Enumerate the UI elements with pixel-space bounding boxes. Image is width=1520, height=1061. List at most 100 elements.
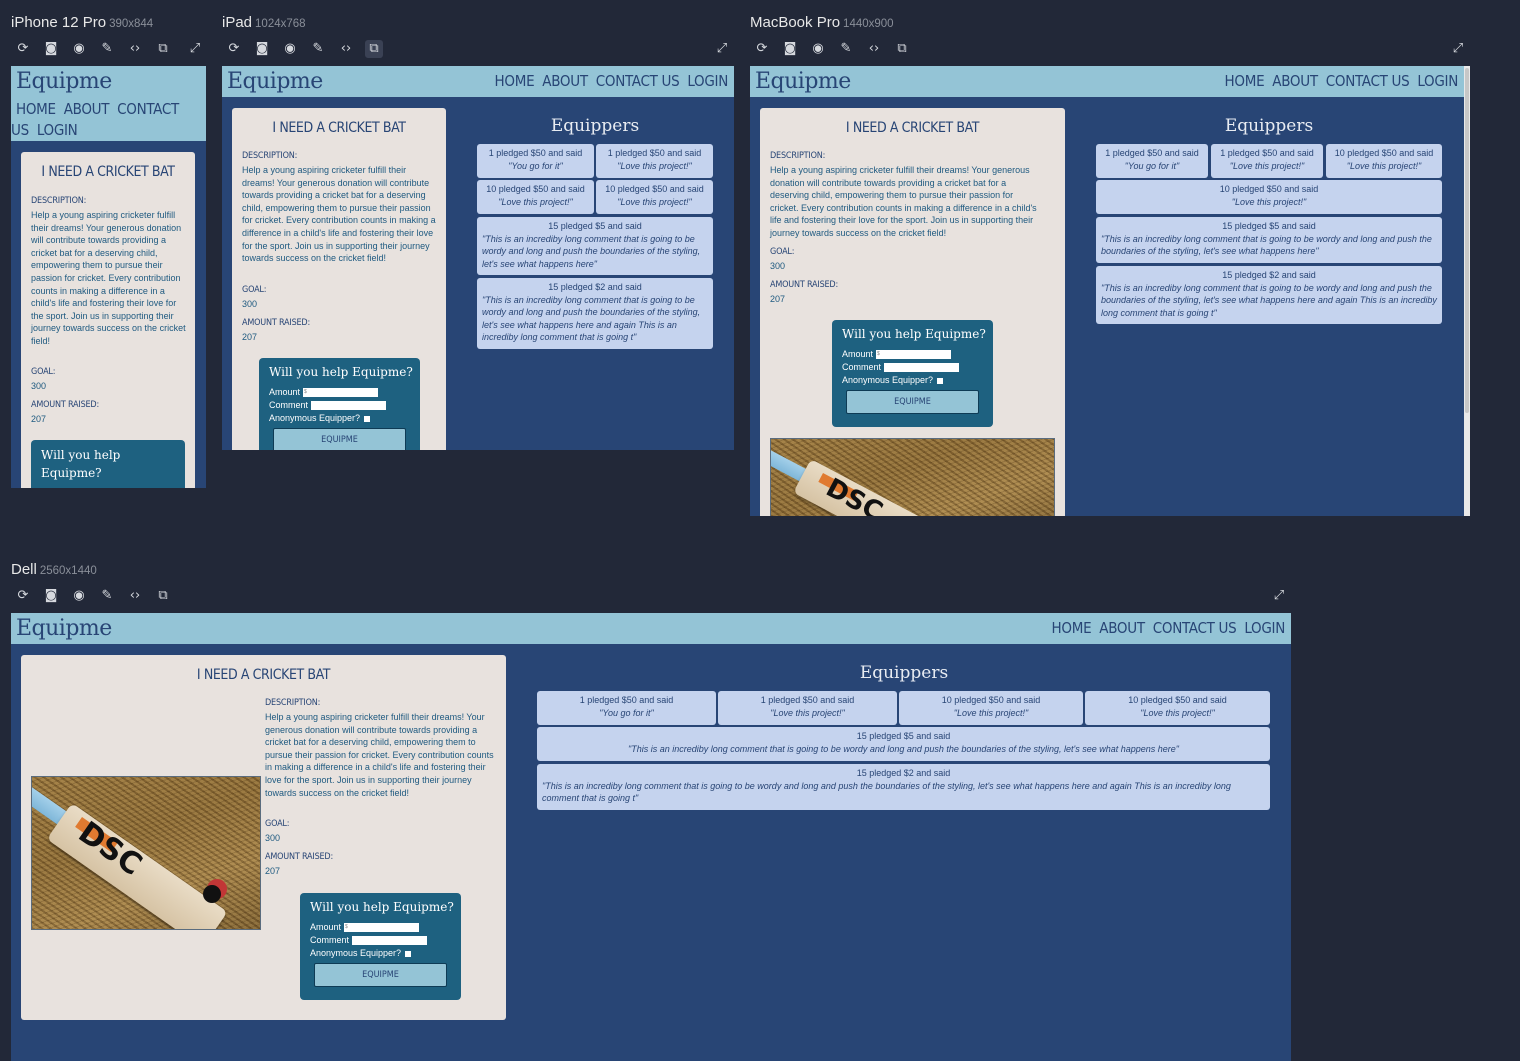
anon-checkbox[interactable] <box>364 415 371 422</box>
fullscreen-icon[interactable]: ⤢ <box>186 40 204 58</box>
code-icon[interactable]: ‹› <box>337 40 355 58</box>
pledge-item: 10 pledged $50 and said "Love this projec… <box>1096 180 1442 214</box>
camera-icon[interactable]: ◉ <box>281 40 299 58</box>
refresh-icon[interactable]: ⟳ <box>225 40 243 58</box>
eyedropper-icon[interactable]: ✎ <box>98 587 116 605</box>
pledge-item: 10 pledged $50 and said "Love this projec… <box>1085 691 1270 725</box>
scrollbar-thumb[interactable] <box>1465 68 1469 413</box>
refresh-icon[interactable]: ⟳ <box>14 587 32 605</box>
device-dims: 390x844 <box>109 18 154 30</box>
site-logo[interactable]: Equipme <box>227 69 323 94</box>
code-icon[interactable]: ‹› <box>865 40 883 58</box>
pledge-item: 10 pledged $50 and said "Love this projec… <box>596 180 713 214</box>
raised-value: 207 <box>31 414 47 424</box>
nav-links[interactable]: US LOGIN <box>11 121 78 139</box>
refresh-icon[interactable]: ⟳ <box>14 40 32 58</box>
nav-home[interactable]: HOME <box>1052 619 1092 637</box>
project-title: I NEED A CRICKET BAT <box>196 667 331 683</box>
toolbar-iphone: ⟳ ◙ ◉ ✎ ‹› ⧉ ⤢ <box>14 36 206 62</box>
device-name: Dell <box>11 561 37 578</box>
description-label: DESCRIPTION: <box>265 698 321 708</box>
nav-login[interactable]: LOGIN <box>687 72 728 90</box>
site-logo[interactable]: Equipme <box>16 69 112 94</box>
pledge-item: 15 pledged $5 and said "This is an incred… <box>1096 217 1442 263</box>
nav-home[interactable]: HOME <box>1225 72 1265 90</box>
refresh-icon[interactable]: ⟳ <box>753 40 771 58</box>
toolbar-macbook: ⟳ ◙ ◉ ✎ ‹› ⧉ ⤢ <box>753 36 1469 62</box>
code-icon[interactable]: ‹› <box>126 587 144 605</box>
nav-about[interactable]: ABOUT <box>1099 619 1145 637</box>
amount-input[interactable]: $ <box>303 388 379 398</box>
device-name: iPad <box>222 14 253 31</box>
raised-value: 207 <box>265 866 281 876</box>
raised-value: 207 <box>770 294 786 304</box>
pledge-item: 1 pledged $50 and said "You go for it" <box>477 144 594 178</box>
comment-input[interactable] <box>352 936 428 946</box>
camera-icon[interactable]: ◉ <box>809 40 827 58</box>
fullscreen-icon[interactable]: ⤢ <box>713 40 731 58</box>
eyedropper-icon[interactable]: ✎ <box>309 40 327 58</box>
equipme-button[interactable]: EQUIPME <box>273 428 406 450</box>
pledge-item: 10 pledged $50 and said "Love this projec… <box>1326 144 1442 178</box>
amount-label: Amount <box>842 349 874 359</box>
donate-heading: Will you help Equipme? <box>842 327 986 341</box>
nav-login[interactable]: LOGIN <box>1244 619 1285 637</box>
nav-contact[interactable]: CONTACT US <box>596 72 680 90</box>
rotate-device-icon[interactable]: ⧉ <box>154 40 172 58</box>
nav-contact[interactable]: CONTACT US <box>1326 72 1410 90</box>
goal-label: GOAL: <box>265 819 290 829</box>
cricket-bat-image: DSC <box>31 776 261 930</box>
pledge-item: 15 pledged $5 and said "This is an incred… <box>537 727 1270 761</box>
pledge-item: 15 pledged $2 and said "This is an incred… <box>477 278 713 349</box>
camera-icon[interactable]: ◉ <box>70 40 88 58</box>
cricket-bat-image: DSC <box>770 438 1055 516</box>
device-label-iphone: iPhone 12 Pro 390x844 <box>11 14 153 31</box>
equipme-button[interactable]: EQUIPME <box>846 390 979 414</box>
pledge-item: 15 pledged $2 and said "This is an incred… <box>537 764 1270 810</box>
code-icon[interactable]: ‹› <box>126 40 144 58</box>
anon-checkbox[interactable] <box>937 377 944 384</box>
rotate-device-icon[interactable]: ⧉ <box>154 587 172 605</box>
comment-input[interactable] <box>311 401 387 411</box>
rotate-device-icon[interactable]: ⧉ <box>893 40 911 58</box>
nav-home[interactable]: HOME <box>495 72 535 90</box>
screenshot-edit-icon[interactable]: ◙ <box>42 587 60 605</box>
nav-links: HOME ABOUT CONTACT US LOGIN <box>1044 619 1286 637</box>
fullscreen-icon[interactable]: ⤢ <box>1449 40 1467 58</box>
ipad-viewport: Equipme HOME ABOUT CONTACT US LOGIN I NEED … <box>222 66 734 450</box>
device-label-dell: Dell 2560x1440 <box>11 561 97 578</box>
screenshot-edit-icon[interactable]: ◙ <box>253 40 271 58</box>
goal-label: GOAL: <box>770 247 795 257</box>
goal-label: GOAL: <box>31 367 56 377</box>
nav-contact[interactable]: CONTACT US <box>1153 619 1237 637</box>
project-card: I NEED A CRICKET BAT DESCRIPTION: Help a… <box>21 152 195 488</box>
donate-heading: Equipme? <box>41 466 102 480</box>
pledge-item: 1 pledged $50 and said "Love this project… <box>718 691 897 725</box>
rotate-device-icon[interactable]: ⧉ <box>365 40 383 58</box>
nav-links[interactable]: HOME ABOUT CONTACT <box>16 100 179 118</box>
device-dims: 1024x768 <box>255 18 306 30</box>
site-logo[interactable]: Equipme <box>755 69 851 94</box>
project-card: I NEED A CRICKET BAT DESCRIPTION: Help a… <box>232 108 446 450</box>
comment-input[interactable] <box>884 363 960 373</box>
fullscreen-icon[interactable]: ⤢ <box>1270 587 1288 605</box>
goal-label: GOAL: <box>242 285 267 295</box>
eyedropper-icon[interactable]: ✎ <box>98 40 116 58</box>
anon-checkbox[interactable] <box>405 950 412 957</box>
nav-about[interactable]: ABOUT <box>542 72 588 90</box>
donate-heading: Will you help Equipme? <box>269 365 413 379</box>
nav-login[interactable]: LOGIN <box>1417 72 1458 90</box>
amount-input[interactable]: $ <box>344 923 420 933</box>
donate-heading: Will you help <box>41 448 121 462</box>
screenshot-edit-icon[interactable]: ◙ <box>781 40 799 58</box>
screenshot-edit-icon[interactable]: ◙ <box>42 40 60 58</box>
equipme-button[interactable]: EQUIPME <box>314 963 447 987</box>
goal-value: 300 <box>31 381 47 391</box>
nav-about[interactable]: ABOUT <box>1272 72 1318 90</box>
camera-icon[interactable]: ◉ <box>70 587 88 605</box>
equippers-title: Equippers <box>859 663 949 683</box>
site-logo[interactable]: Equipme <box>16 616 112 641</box>
description-label: DESCRIPTION: <box>242 151 298 161</box>
amount-input[interactable]: $ <box>876 350 952 360</box>
eyedropper-icon[interactable]: ✎ <box>837 40 855 58</box>
